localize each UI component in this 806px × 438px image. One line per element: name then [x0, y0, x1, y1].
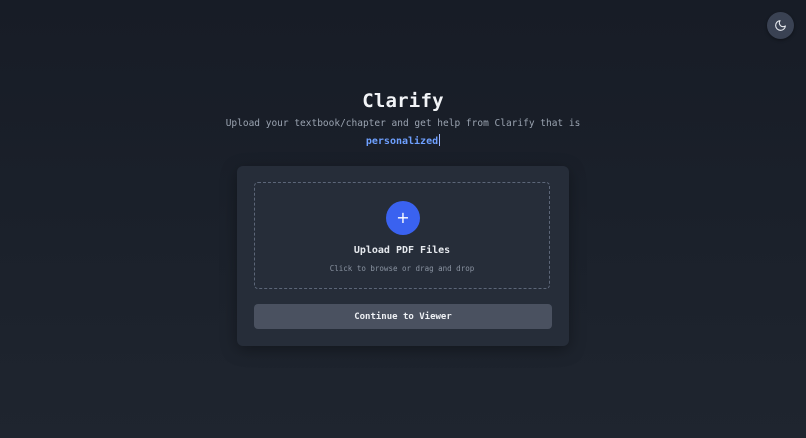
upload-hint: Click to browse or drag and drop — [329, 264, 475, 273]
typed-word: personalized — [365, 136, 439, 147]
continue-to-viewer-button[interactable]: Continue to Viewer — [254, 304, 552, 329]
moon-icon — [774, 19, 787, 32]
plus-icon[interactable]: + — [386, 201, 420, 235]
page-subtitle: Upload your textbook/chapter and get hel… — [225, 118, 581, 129]
hero-section: Clarify Upload your textbook/chapter and… — [0, 88, 806, 149]
typed-text-line: personalized — [0, 134, 806, 149]
text-cursor — [439, 134, 441, 146]
theme-toggle-button[interactable] — [767, 12, 794, 39]
pdf-dropzone[interactable]: + Upload PDF Files Click to browse or dr… — [254, 182, 550, 289]
upload-card: + Upload PDF Files Click to browse or dr… — [237, 166, 569, 346]
upload-title: Upload PDF Files — [353, 245, 451, 256]
page-title: Clarify — [362, 90, 444, 112]
